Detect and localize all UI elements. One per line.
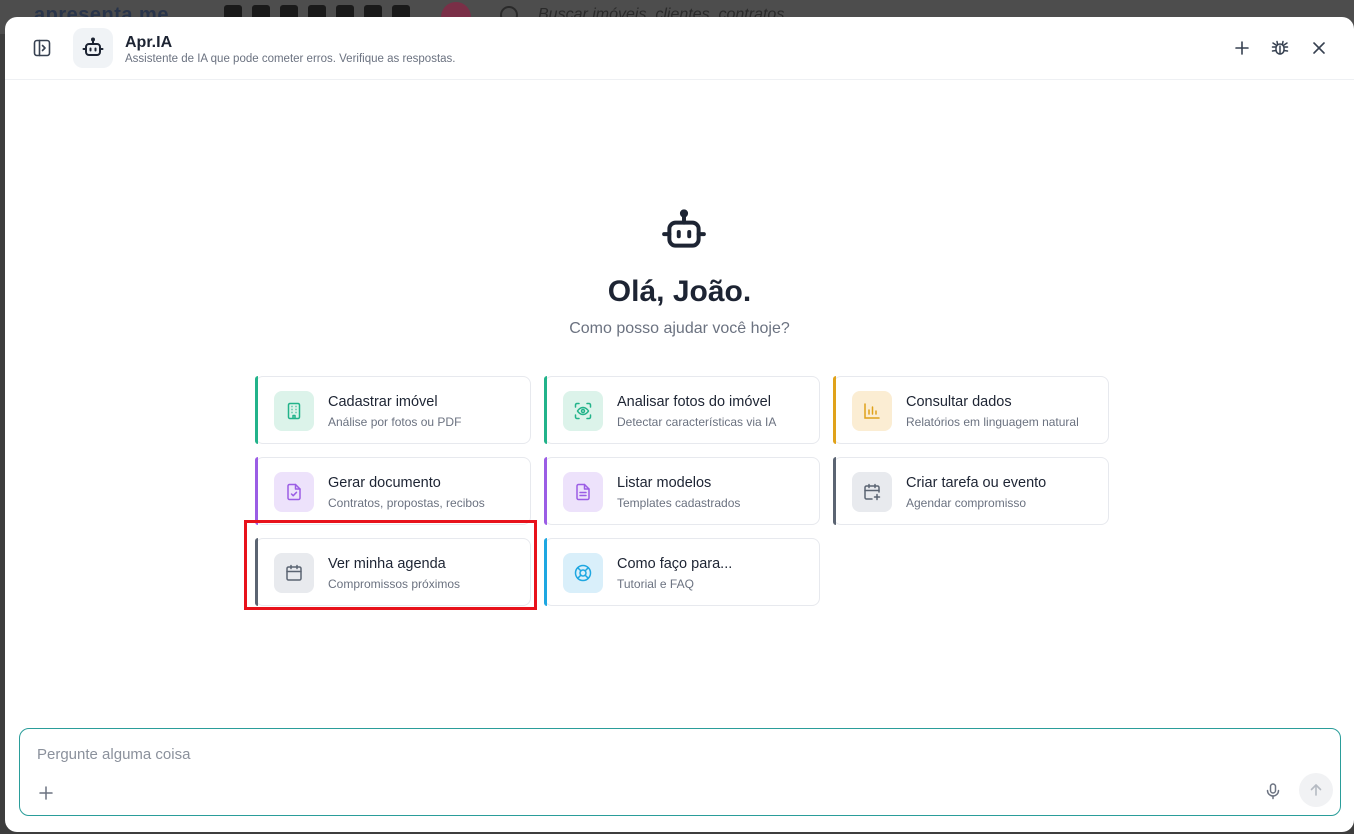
bug-icon — [1271, 40, 1289, 55]
card-title: Cadastrar imóvel — [328, 394, 438, 410]
card-description: Relatórios em linguagem natural — [906, 415, 1079, 429]
ai-assistant-dialog: Apr.IA Assistente de IA que pode cometer… — [5, 17, 1354, 832]
hero-robot — [656, 208, 712, 256]
card-description: Contratos, propostas, recibos — [328, 496, 485, 510]
action-card-ver-agenda[interactable]: Ver minha agenda Compromissos próximos — [255, 538, 531, 606]
greeting-heading: Olá, João. — [607, 275, 752, 308]
microphone-icon — [1266, 783, 1280, 800]
action-card-listar-modelos[interactable]: Listar modelos Templates cadastrados — [544, 457, 820, 525]
new-chat-button[interactable] — [1228, 34, 1256, 62]
close-icon — [1313, 42, 1325, 54]
action-card-gerar-documento[interactable]: Gerar documento Contratos, propostas, re… — [255, 457, 531, 525]
card-icon-box — [274, 391, 314, 431]
card-accent — [544, 457, 547, 525]
calendar-icon — [286, 564, 302, 581]
card-accent — [255, 538, 258, 606]
attach-button[interactable] — [32, 779, 60, 807]
card-icon-box — [852, 391, 892, 431]
calendar-plus-icon — [864, 483, 881, 501]
send-button[interactable] — [1299, 773, 1333, 807]
card-icon-box — [274, 553, 314, 593]
card-title: Consultar dados — [906, 394, 1012, 410]
dialog-header: Apr.IA Assistente de IA que pode cometer… — [5, 17, 1354, 80]
file-check-icon — [287, 483, 301, 501]
bar-chart-icon — [864, 403, 880, 419]
action-card-como-faco[interactable]: Como faço para... Tutorial e FAQ — [544, 538, 820, 606]
assistant-title: Apr.IA — [125, 34, 173, 51]
report-bug-button[interactable] — [1266, 34, 1294, 62]
sidebar-toggle-button[interactable] — [28, 34, 56, 62]
assistant-logo — [73, 28, 113, 68]
card-icon-box — [274, 472, 314, 512]
card-title: Ver minha agenda — [328, 556, 446, 572]
assistant-disclaimer: Assistente de IA que pode cometer erros.… — [125, 53, 456, 65]
arrow-up-icon — [1310, 784, 1322, 796]
card-title: Gerar documento — [328, 475, 441, 491]
plus-icon — [1235, 41, 1249, 55]
chat-composer — [19, 728, 1341, 816]
card-description: Compromissos próximos — [328, 577, 461, 591]
card-title: Como faço para... — [617, 556, 733, 572]
lifebuoy-icon — [574, 564, 592, 582]
card-description: Templates cadastrados — [617, 496, 741, 510]
card-accent — [833, 457, 836, 525]
greeting-subtitle: Como posso ajudar você hoje? — [569, 320, 790, 337]
voice-input-button[interactable] — [1259, 777, 1287, 805]
card-accent — [544, 538, 547, 606]
card-icon-box — [563, 553, 603, 593]
card-icon-box — [563, 472, 603, 512]
card-description: Análise por fotos ou PDF — [328, 415, 462, 429]
card-description: Tutorial e FAQ — [617, 577, 694, 591]
robot-icon — [82, 37, 104, 56]
chat-input[interactable] — [35, 745, 1239, 764]
card-description: Agendar compromisso — [906, 496, 1027, 510]
file-text-icon — [576, 483, 590, 501]
card-accent — [833, 376, 836, 444]
action-card-cadastrar-imovel[interactable]: Cadastrar imóvel Análise por fotos ou PD… — [255, 376, 531, 444]
action-card-criar-tarefa[interactable]: Criar tarefa ou evento Agendar compromis… — [833, 457, 1109, 525]
card-icon-box — [563, 391, 603, 431]
sidebar-toggle-icon — [33, 39, 51, 57]
card-title: Listar modelos — [617, 475, 712, 491]
plus-icon — [39, 786, 53, 800]
card-accent — [544, 376, 547, 444]
card-icon-box — [852, 472, 892, 512]
card-title: Analisar fotos do imóvel — [617, 394, 771, 410]
building-icon — [287, 402, 301, 420]
eye-scan-icon — [574, 402, 592, 420]
card-title: Criar tarefa ou evento — [906, 475, 1047, 491]
robot-icon — [662, 209, 706, 248]
card-accent — [255, 376, 258, 444]
close-button[interactable] — [1305, 34, 1333, 62]
card-description: Detectar características via IA — [617, 415, 777, 429]
action-card-consultar-dados[interactable]: Consultar dados Relatórios em linguagem … — [833, 376, 1109, 444]
action-card-analisar-fotos[interactable]: Analisar fotos do imóvel Detectar caract… — [544, 376, 820, 444]
card-accent — [255, 457, 258, 525]
